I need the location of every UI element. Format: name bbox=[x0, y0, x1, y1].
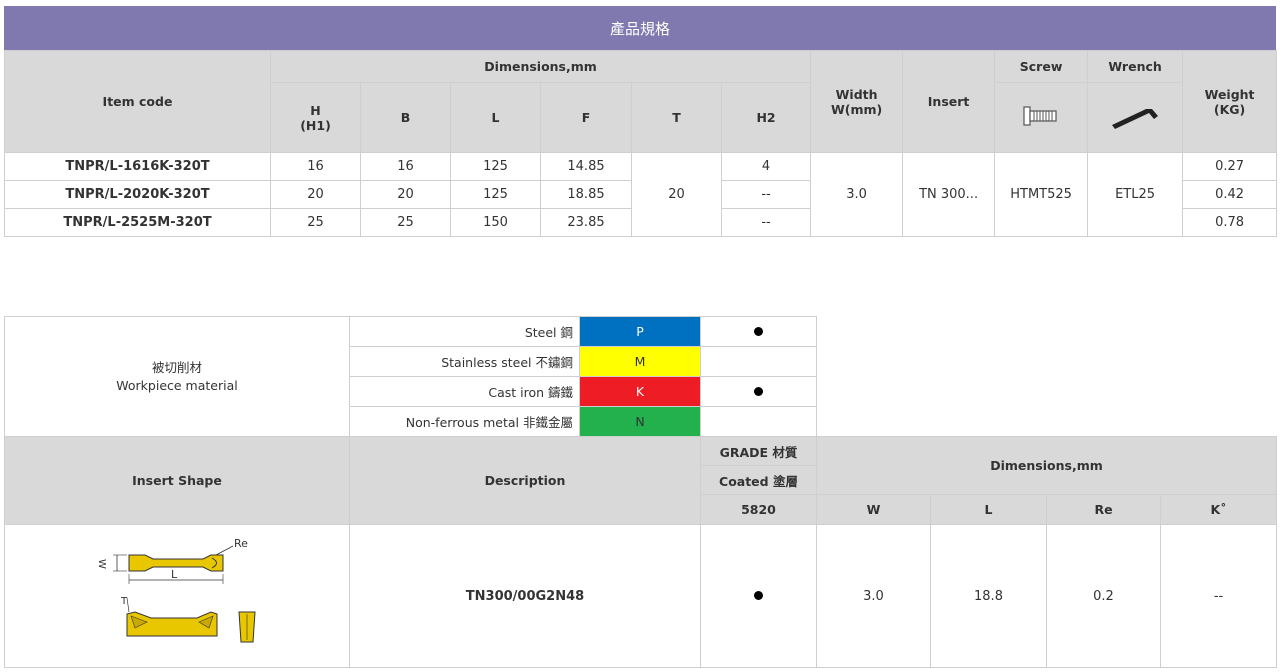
insert-k: -- bbox=[1159, 524, 1278, 668]
row-f: 23.85 bbox=[540, 208, 632, 237]
header-h: H (H1) bbox=[270, 82, 361, 153]
header-h2: H2 bbox=[720, 82, 812, 153]
spec-banner: 產品規格 bbox=[4, 6, 1276, 50]
row-code: TNPR/L-2020K-320T bbox=[4, 180, 271, 209]
row-l: 125 bbox=[450, 152, 541, 181]
insert-grade-mark bbox=[700, 524, 817, 668]
hex-wrench-icon bbox=[1112, 109, 1159, 129]
material-mark bbox=[700, 316, 817, 347]
row-h2: 4 bbox=[720, 152, 812, 181]
available-dot bbox=[754, 387, 763, 396]
insert-shape-drawing: Re W L T bbox=[96, 537, 256, 643]
shared-t: 20 bbox=[631, 152, 722, 237]
material-mark bbox=[700, 346, 817, 377]
drawing-re-label: Re bbox=[234, 537, 248, 550]
insert-shape-cell: Re W L T bbox=[4, 524, 350, 668]
insert-re: 0.2 bbox=[1046, 524, 1161, 668]
row-b: 25 bbox=[360, 208, 451, 237]
row-f: 18.85 bbox=[540, 180, 632, 209]
row-l: 125 bbox=[450, 180, 541, 209]
material-code-p: P bbox=[579, 316, 701, 347]
insert-description: TN300/00G2N48 bbox=[349, 524, 701, 668]
shared-width: 3.0 bbox=[810, 152, 904, 237]
header-k: K˚ bbox=[1159, 494, 1278, 525]
header-f: F bbox=[540, 82, 632, 153]
insert-l: 18.8 bbox=[930, 524, 1047, 668]
material-mark bbox=[700, 376, 817, 407]
header-l: L bbox=[450, 82, 541, 153]
material-code-k: K bbox=[579, 376, 701, 407]
drawing-t-label: T bbox=[120, 596, 128, 607]
spec-table: Item code Dimensions,mm Width W(mm) Inser… bbox=[4, 50, 1278, 237]
material-mark bbox=[700, 406, 817, 437]
row-h: 20 bbox=[270, 180, 361, 209]
header-insert-dimensions: Dimensions,mm bbox=[815, 436, 1278, 495]
material-code-n: N bbox=[579, 406, 701, 437]
screw-icon bbox=[1023, 106, 1057, 126]
insert-drawing: Re W L T bbox=[91, 532, 263, 660]
wrench-icon-cell bbox=[1087, 82, 1184, 153]
row-weight: 0.27 bbox=[1182, 152, 1278, 181]
insert-table: Insert Shape Description GRADE 材質 Dimens… bbox=[4, 436, 1278, 668]
header-insert-shape: Insert Shape bbox=[4, 436, 350, 525]
header-screw: Screw bbox=[994, 50, 1089, 83]
row-code: TNPR/L-2525M-320T bbox=[4, 208, 271, 237]
header-item-code: Item code bbox=[4, 50, 271, 153]
banner-title: 產品規格 bbox=[609, 19, 670, 38]
header-re: Re bbox=[1046, 494, 1161, 525]
row-h: 25 bbox=[270, 208, 361, 237]
row-weight: 0.78 bbox=[1182, 208, 1278, 237]
shared-screw: HTMT525 bbox=[994, 152, 1089, 237]
header-width: Width W(mm) bbox=[810, 50, 904, 153]
header-grade-code: 5820 bbox=[700, 494, 817, 525]
material-name: Non-ferrous metal 非鐵金屬 bbox=[349, 406, 580, 437]
material-code-m: M bbox=[579, 346, 701, 377]
drawing-l-label: L bbox=[171, 568, 178, 581]
header-coated: Coated 塗層 bbox=[700, 465, 817, 495]
row-b: 16 bbox=[360, 152, 451, 181]
drawing-w-label: W bbox=[96, 559, 107, 569]
material-table: 被切削材 Workpiece material Steel 鋼 P Stainle… bbox=[4, 316, 817, 437]
header-l: L bbox=[930, 494, 1047, 525]
row-l: 150 bbox=[450, 208, 541, 237]
available-dot bbox=[754, 327, 763, 336]
header-insert: Insert bbox=[902, 50, 996, 153]
header-wrench: Wrench bbox=[1087, 50, 1184, 83]
available-dot bbox=[754, 590, 763, 600]
row-code: TNPR/L-1616K-320T bbox=[4, 152, 271, 181]
row-weight: 0.42 bbox=[1182, 180, 1278, 209]
row-h2: -- bbox=[720, 208, 812, 237]
header-dimensions: Dimensions,mm bbox=[269, 50, 812, 83]
screw-icon-cell bbox=[994, 82, 1089, 153]
row-b: 20 bbox=[360, 180, 451, 209]
header-b: B bbox=[360, 82, 451, 153]
shared-wrench: ETL25 bbox=[1087, 152, 1184, 237]
row-h: 16 bbox=[270, 152, 361, 181]
header-w: W bbox=[816, 494, 931, 525]
row-f: 14.85 bbox=[540, 152, 632, 181]
insert-w: 3.0 bbox=[816, 524, 931, 668]
header-description: Description bbox=[349, 436, 701, 525]
workpiece-label: 被切削材 Workpiece material bbox=[4, 316, 350, 437]
material-name: Stainless steel 不鏽鋼 bbox=[349, 346, 580, 377]
material-name: Cast iron 鑄鐵 bbox=[349, 376, 580, 407]
header-weight: Weight (KG) bbox=[1182, 50, 1278, 153]
header-t: T bbox=[631, 82, 722, 153]
material-name: Steel 鋼 bbox=[349, 316, 580, 347]
shared-insert: TN 300... bbox=[902, 152, 996, 237]
row-h2: -- bbox=[720, 180, 812, 209]
header-grade: GRADE 材質 bbox=[700, 436, 817, 466]
